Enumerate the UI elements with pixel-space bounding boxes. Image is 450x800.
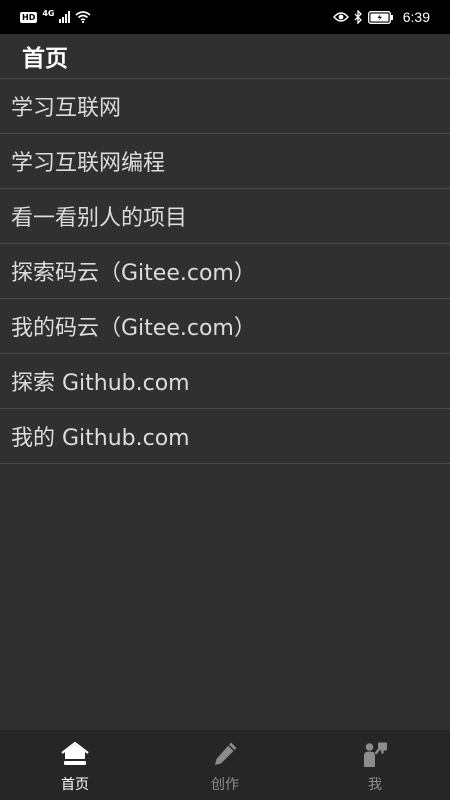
status-left: HD 4G bbox=[20, 8, 92, 23]
pencil-icon bbox=[215, 742, 237, 765]
list-item-learn-internet[interactable]: 学习互联网 bbox=[0, 79, 450, 134]
tab-home[interactable]: 首页 bbox=[0, 730, 150, 800]
eye-icon bbox=[332, 12, 349, 22]
tab-me[interactable]: 我 bbox=[300, 730, 450, 800]
tab-home-label: 首页 bbox=[61, 777, 89, 793]
bottom-nav: 首页 创作 我 bbox=[0, 730, 450, 800]
user-icon bbox=[364, 742, 387, 767]
signal-strength-icon bbox=[59, 11, 71, 23]
status-clock: 6:39 bbox=[402, 9, 430, 25]
list-item-learn-programming[interactable]: 学习互联网编程 bbox=[0, 134, 450, 189]
menu-list: 学习互联网 学习互联网编程 看一看别人的项目 探索码云（Gitee.com） 我… bbox=[0, 79, 450, 464]
page-title: 首页 bbox=[22, 46, 68, 72]
network-type: 4G bbox=[42, 8, 55, 18]
wifi-icon bbox=[75, 11, 92, 23]
list-item-my-github[interactable]: 我的 Github.com bbox=[0, 409, 450, 464]
home-icon bbox=[61, 741, 89, 765]
hd-badge: HD bbox=[20, 11, 38, 23]
status-bar: HD 4G 6:39 bbox=[0, 0, 450, 34]
tab-create[interactable]: 创作 bbox=[150, 730, 300, 800]
battery-icon bbox=[367, 10, 393, 24]
bluetooth-icon bbox=[354, 10, 362, 24]
list-item-browse-projects[interactable]: 看一看别人的项目 bbox=[0, 189, 450, 244]
list-item-explore-github[interactable]: 探索 Github.com bbox=[0, 354, 450, 409]
tab-me-label: 我 bbox=[368, 777, 382, 793]
status-right: 6:39 bbox=[332, 9, 430, 25]
tab-create-label: 创作 bbox=[211, 777, 239, 793]
app-header: 首页 bbox=[0, 34, 450, 79]
list-item-my-gitee[interactable]: 我的码云（Gitee.com） bbox=[0, 299, 450, 354]
list-item-explore-gitee[interactable]: 探索码云（Gitee.com） bbox=[0, 244, 450, 299]
